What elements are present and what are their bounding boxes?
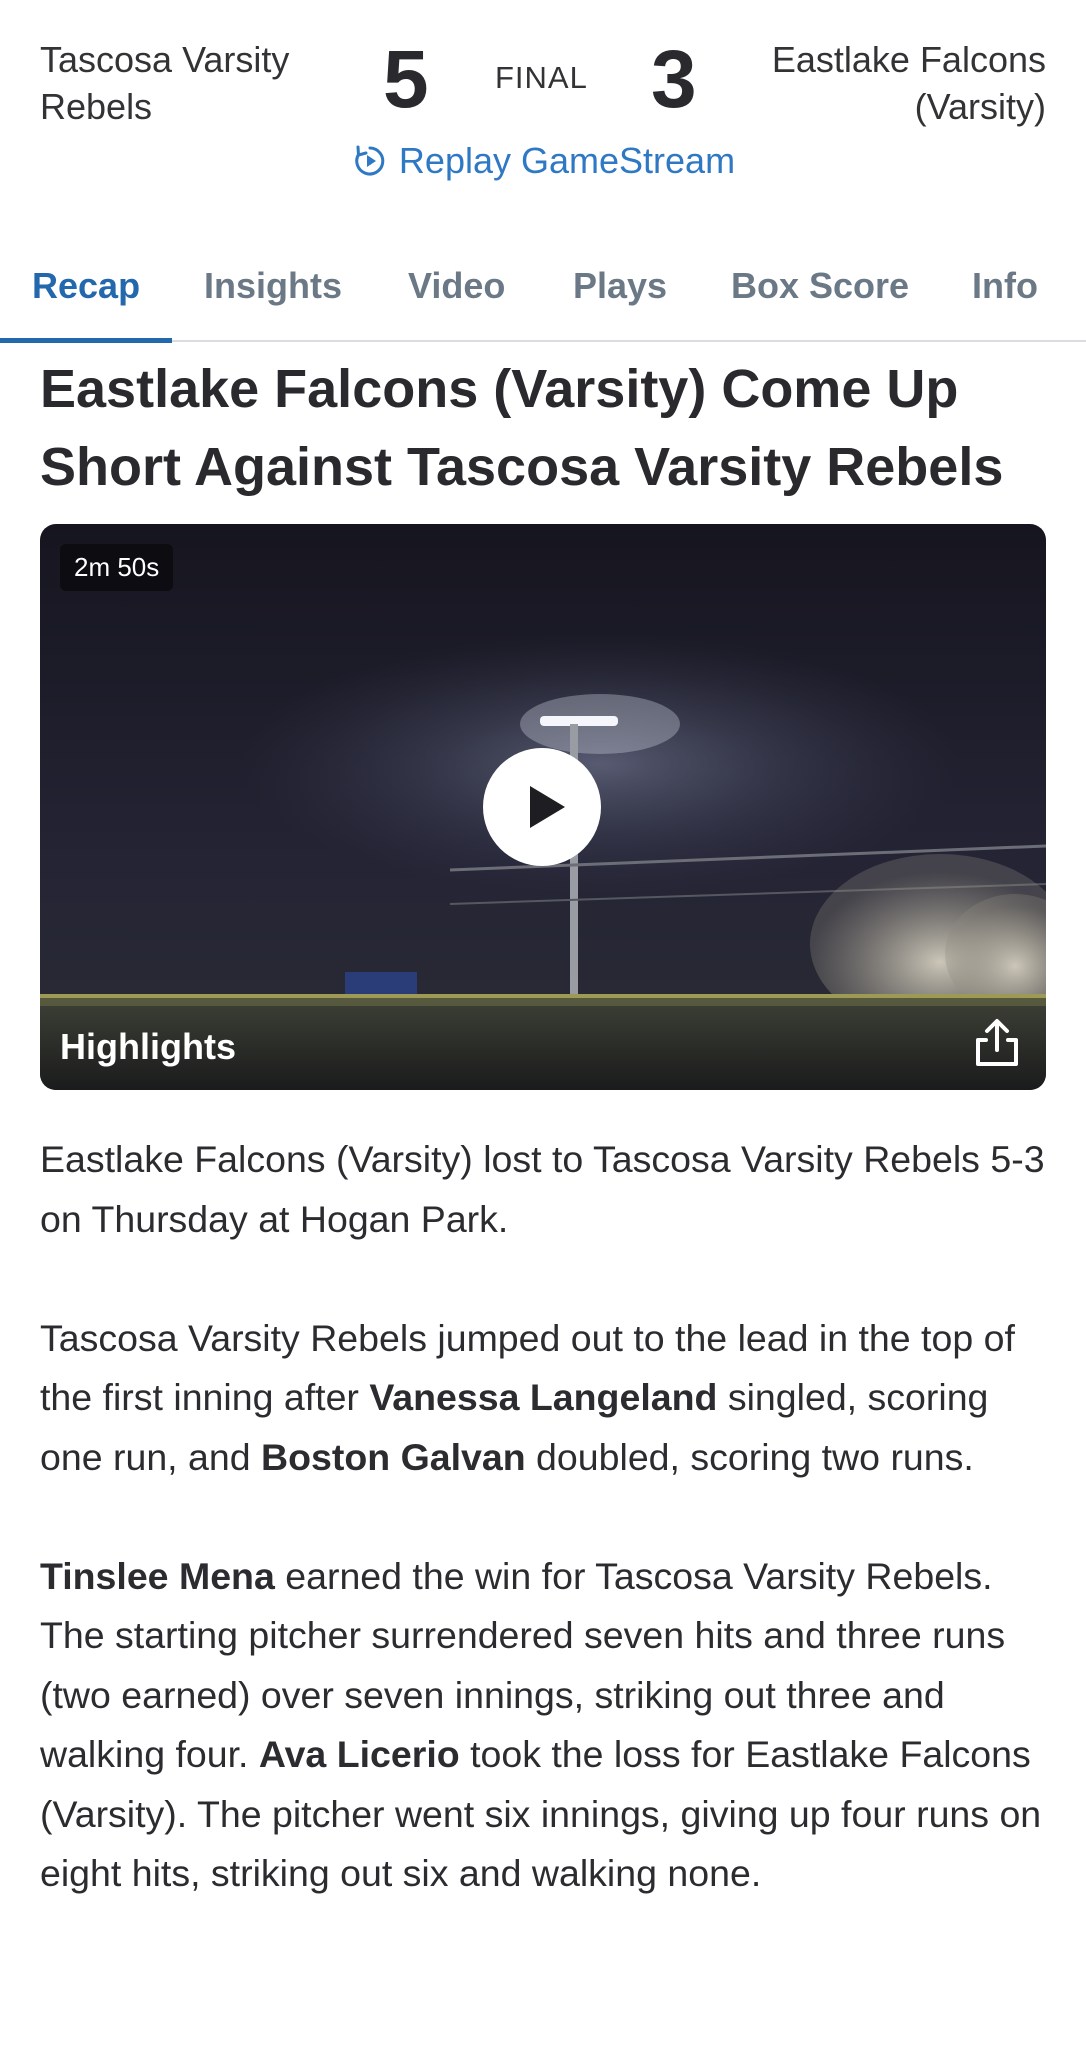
paragraph-text: doubled, scoring two runs. [525, 1435, 974, 1478]
recap-paragraph: Eastlake Falcons (Varsity) lost to Tasco… [40, 1130, 1050, 1249]
highlights-video[interactable]: 2m 50s Highlights [40, 524, 1046, 1090]
scoreboard: Tascosa Varsity Rebels 5 FINAL 3 Eastlak… [0, 0, 1086, 210]
tab-plays[interactable]: Plays [573, 265, 667, 307]
player-name: Ava Licerio [258, 1733, 460, 1775]
recap-article: Eastlake Falcons (Varsity) lost to Tasco… [40, 1130, 1050, 1963]
away-team-name[interactable]: Eastlake Falcons (Varsity) [716, 36, 1046, 130]
tab-insights[interactable]: Insights [204, 265, 342, 307]
paragraph-text: Eastlake Falcons (Varsity) lost to Tasco… [40, 1138, 1045, 1240]
play-icon [530, 786, 565, 828]
recap-headline: Eastlake Falcons (Varsity) Come Up Short… [40, 359, 1004, 497]
replay-label: Replay GameStream [398, 140, 736, 181]
tab-info[interactable]: Info [972, 265, 1038, 307]
video-duration-badge: 2m 50s [60, 544, 174, 591]
home-team-name[interactable]: Tascosa Varsity Rebels [40, 36, 340, 130]
away-team-score: 3 [651, 34, 697, 125]
active-tab-indicator [0, 338, 172, 343]
recap-paragraph: Tascosa Varsity Rebels jumped out to the… [40, 1309, 1050, 1488]
tab-bar: Recap Insights Video Plays Box Score Inf… [0, 250, 1086, 343]
share-icon[interactable] [970, 1016, 1024, 1070]
replay-gamestream-link[interactable]: Replay GameStream [0, 140, 1086, 189]
player-name: Vanessa Langeland [369, 1376, 718, 1418]
player-name: Boston Galvan [261, 1435, 526, 1478]
tab-video[interactable]: Video [408, 265, 505, 307]
recap-paragraph: Tinslee Mena earned the win for Tascosa … [40, 1547, 1050, 1904]
tab-recap[interactable]: Recap [32, 265, 140, 307]
player-name: Tinslee Mena [40, 1554, 275, 1597]
play-button[interactable] [483, 748, 601, 866]
video-label: Highlights [60, 1026, 236, 1067]
tab-box-score[interactable]: Box Score [731, 265, 909, 307]
replay-icon [355, 145, 385, 176]
home-team-score: 5 [383, 34, 429, 125]
game-status: FINAL [495, 60, 588, 95]
